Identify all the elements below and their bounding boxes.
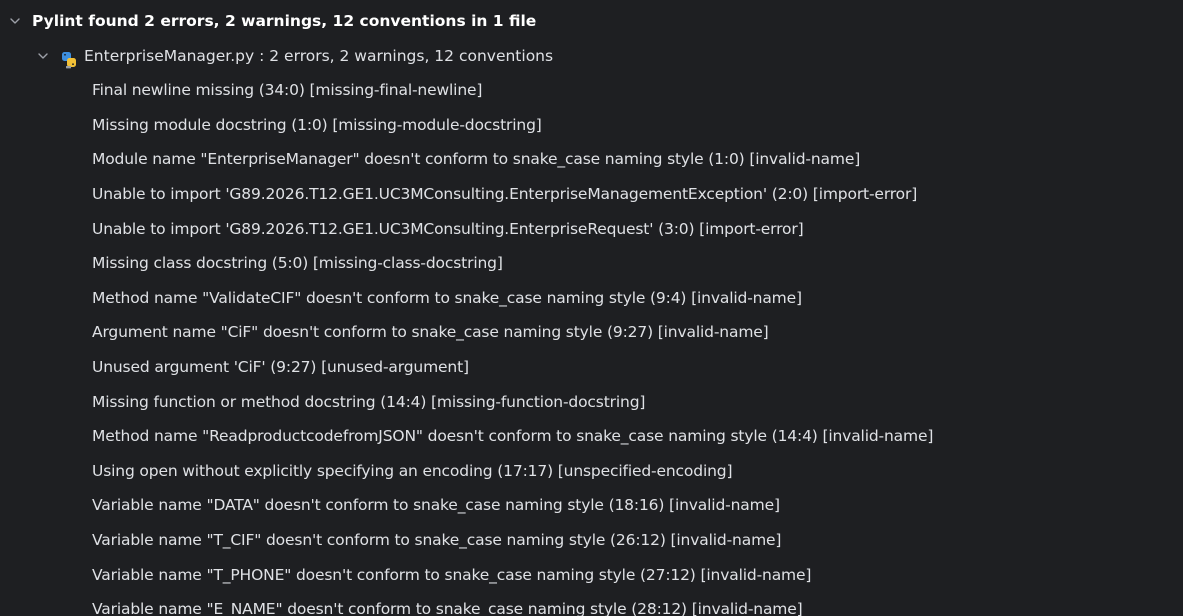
- pylint-results-tree: Pylint found 2 errors, 2 warnings, 12 co…: [0, 0, 1183, 616]
- issue-row[interactable]: Missing function or method docstring (14…: [0, 385, 1183, 420]
- issue-label: Unable to import 'G89.2026.T12.GE1.UC3MC…: [92, 184, 918, 203]
- tree-root-summary[interactable]: Pylint found 2 errors, 2 warnings, 12 co…: [0, 4, 1183, 39]
- issue-row[interactable]: Missing module docstring (1:0) [missing-…: [0, 108, 1183, 143]
- issue-label: Argument name "CiF" doesn't conform to s…: [92, 323, 769, 342]
- issue-label: Variable name "T_CIF" doesn't conform to…: [92, 530, 782, 549]
- issue-label: Unused argument 'CiF' (9:27) [unused-arg…: [92, 357, 469, 376]
- issue-label: Variable name "E_NAME" doesn't conform t…: [92, 600, 803, 616]
- python-file-icon: [60, 47, 78, 69]
- issue-row[interactable]: Variable name "T_PHONE" doesn't conform …: [0, 558, 1183, 593]
- tree-file-node[interactable]: EnterpriseManager.py : 2 errors, 2 warni…: [0, 39, 1183, 74]
- summary-label: Pylint found 2 errors, 2 warnings, 12 co…: [32, 12, 537, 30]
- chevron-down-icon[interactable]: [36, 49, 50, 63]
- issue-row[interactable]: Unused argument 'CiF' (9:27) [unused-arg…: [0, 350, 1183, 385]
- issue-row[interactable]: Variable name "DATA" doesn't conform to …: [0, 488, 1183, 523]
- issue-row[interactable]: Unable to import 'G89.2026.T12.GE1.UC3MC…: [0, 212, 1183, 247]
- issue-row[interactable]: Method name "ReadproductcodefromJSON" do…: [0, 419, 1183, 454]
- issue-label: Unable to import 'G89.2026.T12.GE1.UC3MC…: [92, 219, 804, 238]
- issue-row[interactable]: Variable name "T_CIF" doesn't conform to…: [0, 523, 1183, 558]
- issue-row[interactable]: Using open without explicitly specifying…: [0, 454, 1183, 489]
- issue-label: Method name "ValidateCIF" doesn't confor…: [92, 288, 802, 307]
- file-node-label: EnterpriseManager.py : 2 errors, 2 warni…: [84, 46, 554, 65]
- issue-label: Method name "ReadproductcodefromJSON" do…: [92, 427, 934, 446]
- issue-row[interactable]: Final newline missing (34:0) [missing-fi…: [0, 73, 1183, 108]
- issue-label: Final newline missing (34:0) [missing-fi…: [92, 81, 483, 100]
- issue-label: Missing function or method docstring (14…: [92, 392, 646, 411]
- issue-row[interactable]: Argument name "CiF" doesn't conform to s…: [0, 315, 1183, 350]
- issue-row[interactable]: Method name "ValidateCIF" doesn't confor…: [0, 281, 1183, 316]
- issue-label: Using open without explicitly specifying…: [92, 461, 733, 480]
- issue-label: Missing class docstring (5:0) [missing-c…: [92, 254, 503, 273]
- issue-label: Module name "EnterpriseManager" doesn't …: [92, 150, 861, 169]
- issue-row[interactable]: Module name "EnterpriseManager" doesn't …: [0, 142, 1183, 177]
- issue-label: Missing module docstring (1:0) [missing-…: [92, 115, 542, 134]
- chevron-down-icon[interactable]: [8, 14, 22, 28]
- issue-row[interactable]: Unable to import 'G89.2026.T12.GE1.UC3MC…: [0, 177, 1183, 212]
- issue-row[interactable]: Missing class docstring (5:0) [missing-c…: [0, 246, 1183, 281]
- issue-label: Variable name "T_PHONE" doesn't conform …: [92, 565, 812, 584]
- issue-label: Variable name "DATA" doesn't conform to …: [92, 496, 780, 515]
- issue-row[interactable]: Variable name "E_NAME" doesn't conform t…: [0, 592, 1183, 616]
